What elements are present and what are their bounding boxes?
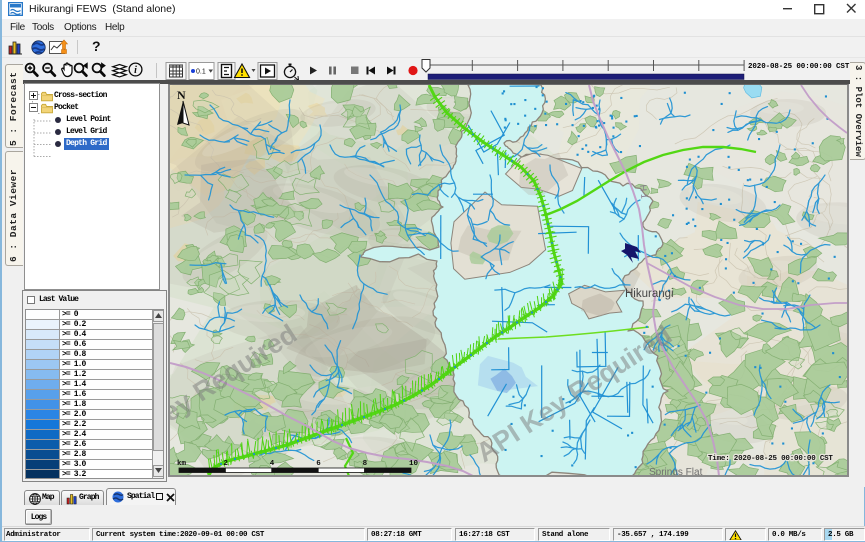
svg-text:4: 4 — [270, 460, 275, 468]
svg-text:km: km — [177, 460, 187, 468]
svg-text:10: 10 — [409, 460, 419, 468]
svg-text:H 1: H 1 — [638, 184, 649, 199]
svg-text:Time: 2020-08-25 00:00:00 CST: Time: 2020-08-25 00:00:00 CST — [708, 455, 833, 463]
svg-text:i: i — [134, 65, 137, 76]
svg-text:Hikurangi: Hikurangi — [625, 288, 674, 300]
svg-text:N: N — [177, 88, 186, 102]
svg-text:Springs Flat: Springs Flat — [649, 467, 703, 476]
svg-text:6: 6 — [316, 460, 321, 468]
svg-text:8: 8 — [363, 460, 368, 468]
svg-text:2: 2 — [223, 460, 228, 468]
svg-text:0.1: 0.1 — [196, 69, 206, 76]
